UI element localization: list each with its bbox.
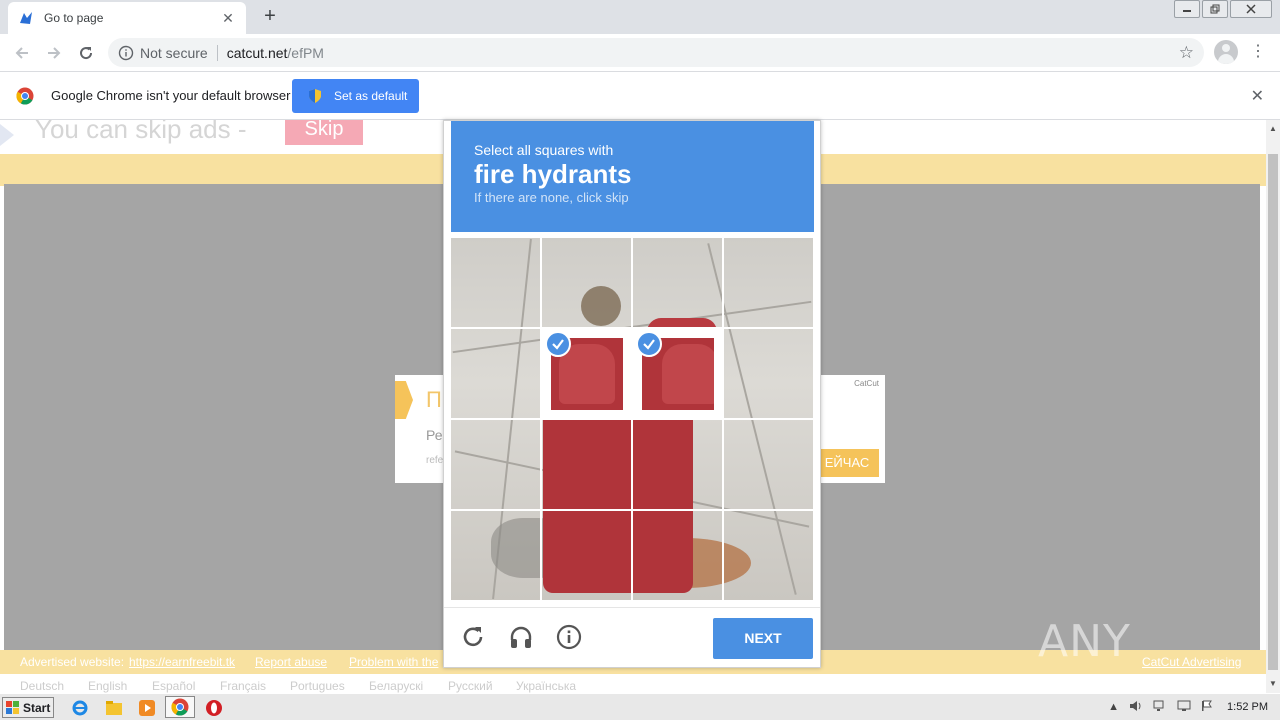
infobar-message: Google Chrome isn't your default browser — [51, 88, 291, 103]
page-scrollbar[interactable]: ▲ ▼ — [1266, 120, 1280, 693]
address-bar[interactable]: Not secure catcut.net /efPM ☆ — [108, 38, 1204, 67]
tab-strip: Go to page ✕ + — [0, 0, 1280, 34]
security-status[interactable]: Not secure — [140, 45, 208, 61]
taskbar-clock[interactable]: 1:52 PM — [1227, 701, 1268, 713]
media-player-icon[interactable] — [137, 698, 157, 718]
report-abuse-link[interactable]: Report abuse — [255, 655, 327, 669]
ad-tab-arrow-icon — [395, 381, 413, 419]
bookmark-star-icon[interactable]: ☆ — [1179, 43, 1194, 63]
chrome-taskbar-icon[interactable] — [165, 696, 195, 718]
skip-ads-text: You can skip ads - — [35, 120, 247, 144]
captcha-prompt: Select all squares with — [474, 142, 614, 158]
lang-link[interactable]: English — [88, 679, 127, 693]
tab-go-to-page[interactable]: Go to page ✕ — [8, 2, 246, 34]
restore-button[interactable] — [1202, 0, 1228, 18]
grid-lines — [451, 238, 813, 600]
next-button[interactable]: NEXT — [713, 618, 813, 659]
chrome-menu-icon[interactable]: ⋮ — [1250, 41, 1266, 63]
opera-icon[interactable] — [204, 698, 224, 718]
minimize-button[interactable] — [1174, 0, 1200, 18]
forward-button[interactable] — [38, 37, 70, 69]
ad-subtitle: Ре — [426, 427, 443, 443]
chrome-logo-icon — [16, 87, 34, 105]
tab-close-icon[interactable]: ✕ — [220, 10, 236, 27]
new-tab-button[interactable]: + — [260, 6, 280, 26]
info-icon[interactable] — [554, 622, 584, 652]
network-icon[interactable] — [1153, 700, 1167, 715]
scroll-thumb[interactable] — [1268, 154, 1278, 670]
set-as-default-label: Set as default — [334, 89, 408, 103]
reload-icon[interactable] — [458, 622, 488, 652]
windows-taskbar: Start ▲ 1:52 PM — [0, 693, 1280, 720]
audio-icon[interactable] — [506, 622, 536, 652]
back-button[interactable] — [6, 37, 38, 69]
ad-ref: refe — [426, 455, 444, 466]
set-as-default-button[interactable]: Set as default — [292, 79, 419, 113]
captcha-target: fire hydrants — [474, 159, 632, 189]
captcha-image-grid — [451, 238, 813, 600]
start-button[interactable]: Start — [2, 697, 54, 718]
file-explorer-icon[interactable] — [104, 698, 124, 718]
url-host: catcut.net — [226, 44, 288, 61]
lang-link[interactable]: Русский — [448, 679, 493, 693]
tab-title: Go to page — [44, 11, 104, 25]
catcut-favicon-icon — [18, 10, 34, 26]
profile-avatar-icon[interactable] — [1214, 40, 1238, 64]
url-path: /efPM — [287, 44, 324, 61]
scroll-up-icon[interactable]: ▲ — [1266, 122, 1280, 136]
lang-link[interactable]: Portugues — [290, 679, 345, 693]
action-center-flag-icon[interactable] — [1201, 700, 1213, 715]
volume-icon[interactable] — [1129, 700, 1143, 715]
captcha-footer: NEXT — [444, 607, 820, 667]
default-browser-infobar: Google Chrome isn't your default browser… — [0, 71, 1280, 120]
lang-link[interactable]: Français — [220, 679, 266, 693]
scroll-down-icon[interactable]: ▼ — [1266, 677, 1280, 691]
uac-shield-icon — [308, 89, 322, 103]
anyrun-watermark: ANY RUN — [1038, 610, 1238, 718]
ad-brand: CatCut — [854, 379, 879, 388]
internet-explorer-icon[interactable] — [70, 698, 90, 718]
ad-title: П — [426, 387, 442, 412]
advertised-link[interactable]: https://earnfreebit.tk — [129, 655, 235, 669]
captcha-header: Select all squares with fire hydrants If… — [451, 121, 814, 232]
lang-link[interactable]: Українська — [516, 679, 576, 693]
display-icon[interactable] — [1177, 700, 1191, 715]
captcha-hint: If there are none, click skip — [474, 190, 629, 205]
lang-link[interactable]: Беларускі — [369, 679, 423, 693]
lang-link[interactable]: Español — [152, 679, 195, 693]
windows-flag-icon — [6, 700, 20, 715]
system-tray: ▲ 1:52 PM — [1098, 694, 1280, 720]
ad-cta-button[interactable]: ЕЙЧАС — [815, 449, 879, 477]
infobar-close-icon[interactable]: ✕ — [1251, 86, 1264, 106]
browser-toolbar: Not secure catcut.net /efPM ☆ — [0, 34, 1280, 71]
problem-link[interactable]: Problem with the — [349, 655, 438, 669]
tray-expand-icon[interactable]: ▲ — [1108, 701, 1119, 713]
start-label: Start — [23, 700, 51, 715]
arrow-decoration-icon — [0, 124, 14, 146]
advertised-label: Advertised website: — [20, 655, 125, 669]
lang-link[interactable]: Deutsch — [20, 679, 64, 693]
window-close-button[interactable] — [1230, 0, 1272, 18]
recaptcha-challenge: Select all squares with fire hydrants If… — [443, 120, 821, 668]
info-circle-icon[interactable] — [118, 45, 134, 61]
reload-button[interactable] — [70, 37, 102, 69]
omnibox-separator — [216, 44, 218, 61]
window-controls — [1174, 0, 1272, 18]
skip-button[interactable]: Skip — [285, 120, 363, 145]
